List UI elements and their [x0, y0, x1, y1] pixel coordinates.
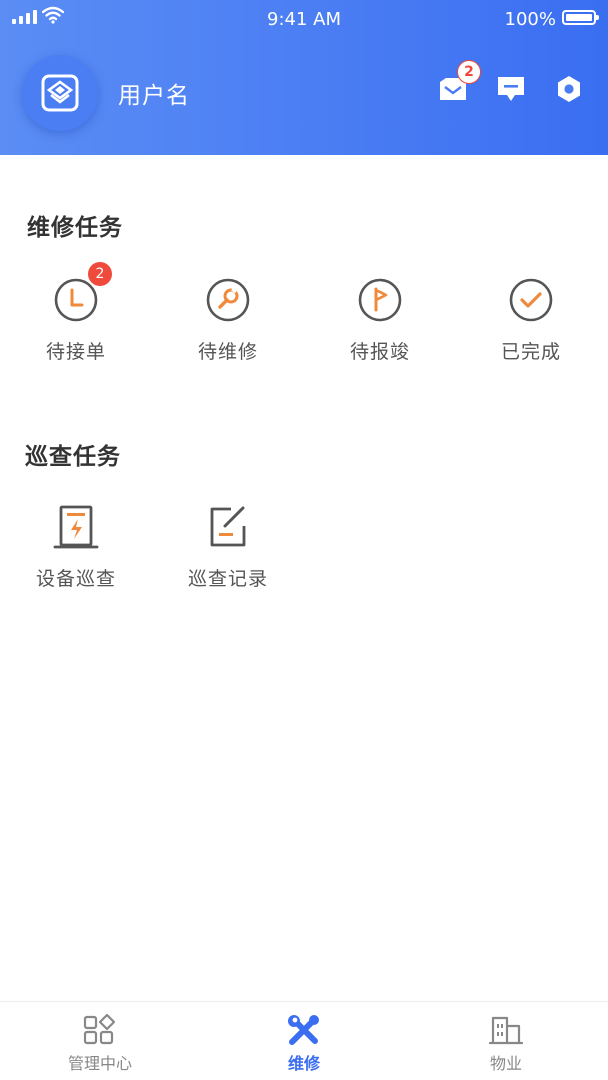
tab-label: 管理中心 [67, 1054, 132, 1073]
tab-property[interactable]: 物业 [406, 1002, 606, 1080]
patrol-section-title: 巡查任务 [25, 444, 121, 470]
building-icon [489, 1016, 523, 1045]
battery-percent: 100% [504, 9, 556, 30]
settings-icon [558, 76, 580, 102]
flag-icon [358, 278, 402, 322]
task-label: 待报竣 [349, 341, 410, 363]
tab-repair[interactable]: 维修 [204, 1002, 404, 1080]
task-label: 巡查记录 [187, 568, 268, 590]
repair-section-title: 维修任务 [27, 215, 123, 241]
tab-management-center[interactable]: 管理中心 [0, 1002, 200, 1080]
tools-icon [288, 1015, 319, 1045]
wrench-icon [206, 278, 250, 322]
battery-icon [562, 10, 599, 25]
task-label: 已完成 [500, 341, 561, 363]
message-icon [498, 77, 524, 101]
tab-label: 物业 [489, 1054, 522, 1073]
check-icon [509, 278, 553, 322]
clock-icon [54, 278, 98, 322]
username[interactable]: 用户名 [118, 76, 190, 110]
status-bar: 9:41 AM 100% [0, 0, 608, 40]
task-equipment-patrol[interactable]: 设备巡查 [16, 504, 136, 591]
task-pending-repair[interactable]: 待维修 [168, 277, 288, 364]
task-completed[interactable]: 已完成 [471, 277, 591, 364]
tab-label: 维修 [287, 1054, 320, 1073]
logo-icon [41, 74, 79, 112]
task-badge: 2 [88, 262, 112, 286]
task-label: 待接单 [45, 341, 106, 363]
task-pending-completion[interactable]: 待报竣 [320, 277, 440, 364]
tab-bar: 管理中心 维修 物业 [0, 1001, 608, 1080]
edit-record-icon [210, 506, 246, 547]
equipment-icon [53, 505, 99, 549]
task-patrol-records[interactable]: 巡查记录 [168, 504, 288, 591]
task-label: 设备巡查 [35, 568, 116, 590]
header: 9:41 AM 100% 用户名 2 [0, 0, 608, 155]
task-pending-accept[interactable]: 待接单 [16, 277, 136, 364]
grid-icon [83, 1014, 116, 1045]
message-button[interactable] [494, 72, 528, 106]
settings-button[interactable] [552, 72, 586, 106]
task-label: 待维修 [197, 341, 258, 363]
inbox-badge: 2 [457, 60, 481, 84]
avatar[interactable] [22, 55, 98, 131]
app-screen: 9:41 AM 100% 用户名 2 维修任务 待接单 2 待维修 待报竣 已完… [0, 0, 608, 1080]
